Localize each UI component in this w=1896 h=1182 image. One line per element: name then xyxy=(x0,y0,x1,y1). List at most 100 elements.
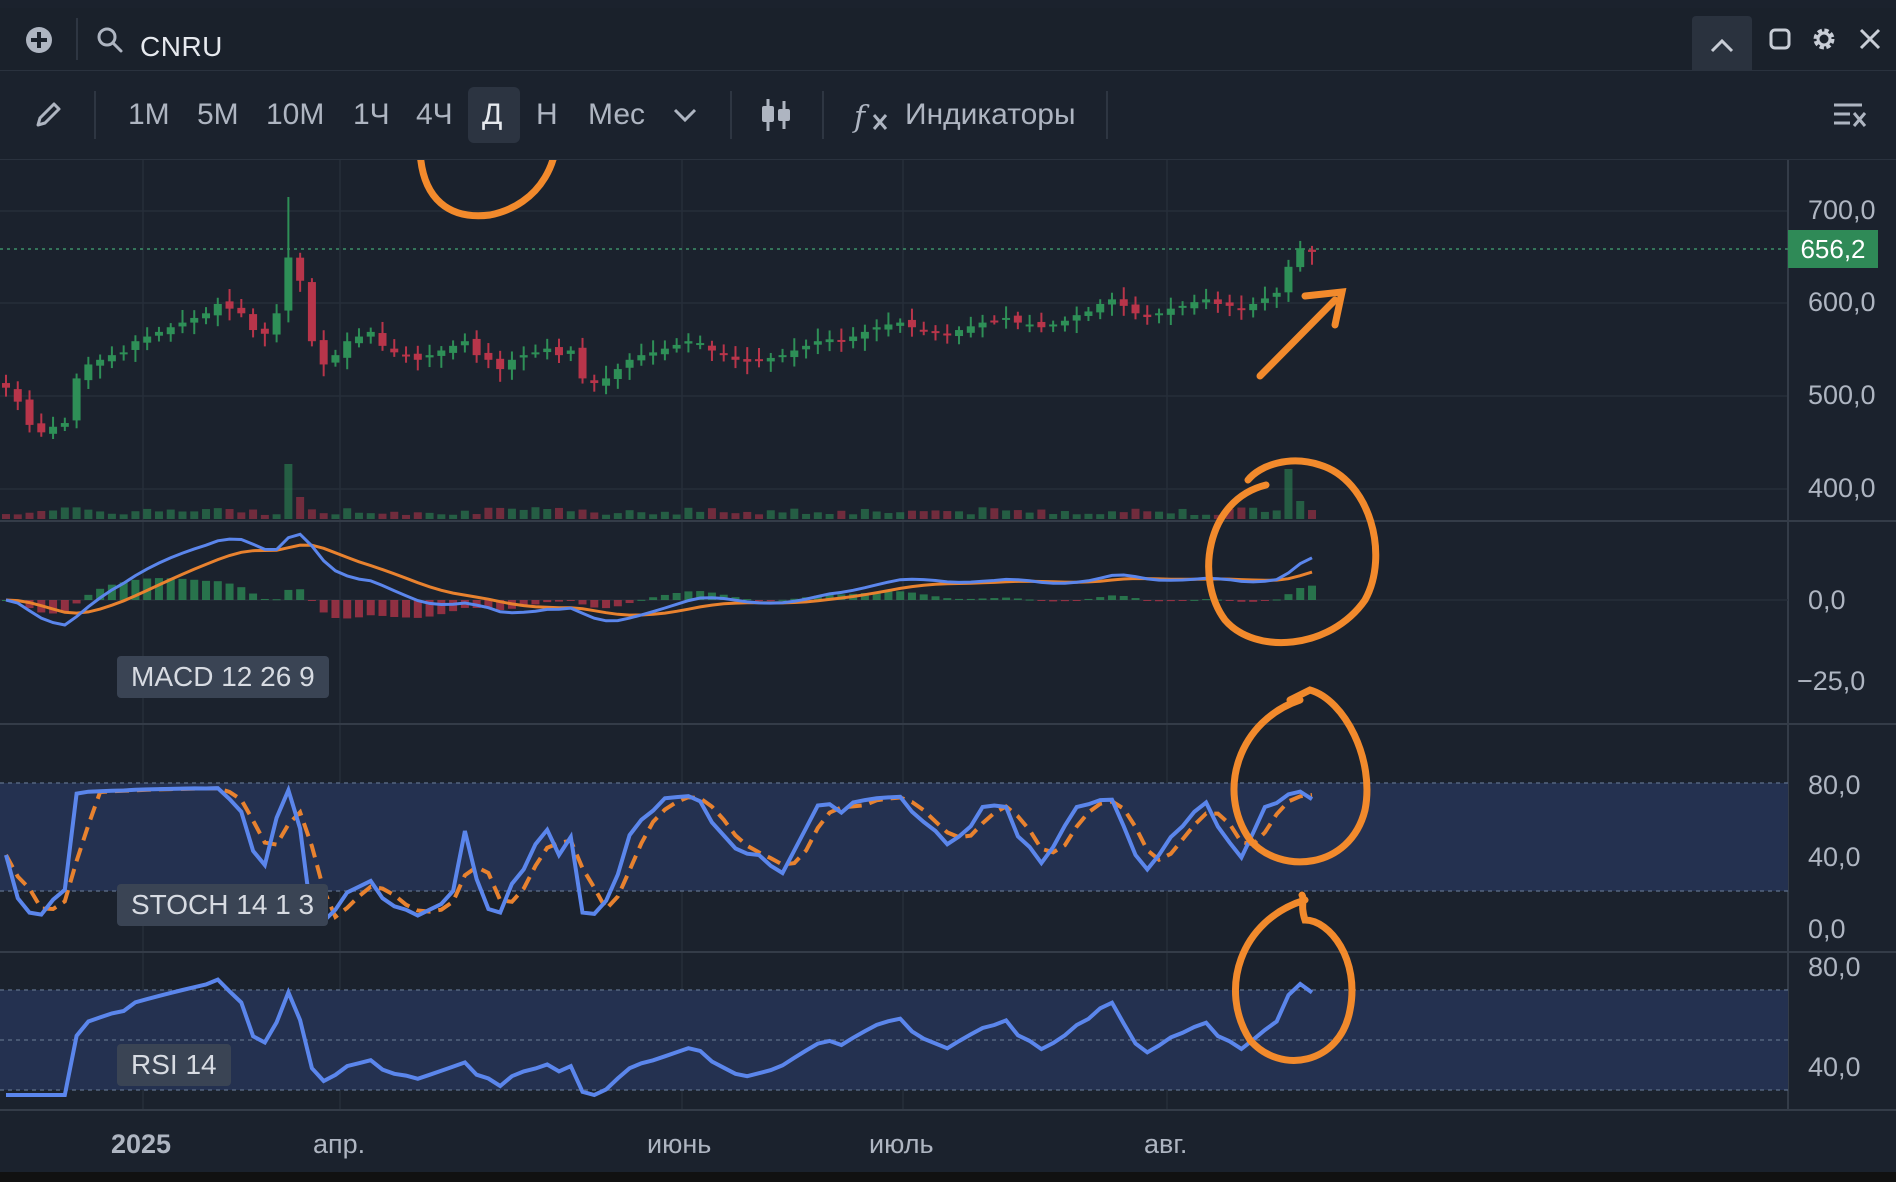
candles-icon[interactable] xyxy=(756,95,796,135)
macd-hist-bar xyxy=(72,600,81,604)
macd-hist-bar xyxy=(755,600,764,601)
stoch-tick: 80,0 xyxy=(1808,770,1861,800)
volume-bar xyxy=(13,514,22,519)
volume-bar xyxy=(778,512,787,519)
divider xyxy=(730,91,732,139)
macd-hist-bar xyxy=(543,600,552,603)
candle-body xyxy=(272,313,281,335)
volume-bar xyxy=(84,509,93,519)
volume-bar xyxy=(1107,511,1116,519)
candle-body xyxy=(307,282,316,342)
plus-circle-icon[interactable] xyxy=(24,25,54,55)
macd-hist-bar xyxy=(319,600,328,613)
macd-hist-bar xyxy=(1096,597,1105,600)
candle-body xyxy=(413,353,422,360)
indicators-button[interactable]: Индикаторы xyxy=(905,71,1076,159)
candle-body xyxy=(296,257,305,281)
macd-hist-bar xyxy=(331,600,340,618)
volume-bar xyxy=(755,514,764,519)
macd-hist-bar xyxy=(1225,600,1234,601)
volume-bar xyxy=(1308,510,1316,519)
stoch-pane-label[interactable]: STOCH 14 1 3 xyxy=(117,884,329,926)
stoch-tick: 40,0 xyxy=(1808,842,1861,872)
candle-body xyxy=(707,345,716,351)
candle-body xyxy=(1119,299,1128,306)
ticker-search-input[interactable]: CNRU xyxy=(140,16,223,78)
divider xyxy=(76,18,78,60)
volume-bar xyxy=(296,497,305,519)
volume-bar xyxy=(660,511,669,519)
collapse-button[interactable] xyxy=(1692,16,1752,78)
volume-bar xyxy=(25,512,34,519)
volume-bar xyxy=(260,514,269,519)
candle-body xyxy=(837,339,846,342)
gear-icon[interactable] xyxy=(1810,25,1838,53)
date-tick: июль xyxy=(869,1129,934,1159)
square-icon[interactable] xyxy=(1768,27,1792,51)
volume-bar xyxy=(907,510,916,519)
timeframe-1h[interactable]: 1Ч xyxy=(353,71,390,159)
candle-body xyxy=(813,341,822,345)
macd-hist-bar xyxy=(1237,600,1246,602)
candle-body xyxy=(1272,292,1281,297)
volume-bar xyxy=(966,514,975,519)
fx-icon[interactable]: f xyxy=(852,97,892,135)
volume-bar xyxy=(602,514,611,519)
timeframe-4h[interactable]: 4Ч xyxy=(416,71,453,159)
volume-bar xyxy=(1166,513,1175,519)
timeframe-1m[interactable]: 1М xyxy=(128,71,170,159)
chevron-down-icon[interactable] xyxy=(672,105,698,125)
timeframe-5m[interactable]: 5М xyxy=(197,71,239,159)
macd-hist-bar xyxy=(1119,595,1128,600)
candle-body xyxy=(390,348,399,353)
timeframe-week[interactable]: Н xyxy=(536,71,558,159)
candle-body xyxy=(1190,302,1199,309)
candle-body xyxy=(1131,304,1140,314)
macd-hist-bar xyxy=(778,599,787,601)
macd-hist-bar xyxy=(1308,585,1316,600)
macd-hist-bar xyxy=(1013,598,1022,600)
rsi-tick: 80,0 xyxy=(1808,952,1861,982)
macd-hist-bar xyxy=(602,600,611,609)
macd-hist-bar xyxy=(1190,599,1199,601)
timeframe-month[interactable]: Мес xyxy=(588,71,645,159)
macd-hist-bar xyxy=(660,594,669,600)
volume-bar xyxy=(496,507,505,519)
candle-body xyxy=(872,327,881,330)
macd-hist-bar xyxy=(1284,594,1293,600)
macd-hist-bar xyxy=(437,600,446,615)
volume-bar xyxy=(625,510,634,519)
pencil-icon[interactable] xyxy=(32,99,64,131)
macd-hist-bar xyxy=(625,600,634,604)
macd-hist-bar xyxy=(402,600,411,618)
volume-bar xyxy=(37,511,46,519)
macd-pane-label[interactable]: MACD 12 26 9 xyxy=(117,656,329,698)
volume-bar xyxy=(766,510,775,519)
price-gridlines xyxy=(0,210,1788,490)
volume-bar xyxy=(1260,511,1269,519)
candle-body xyxy=(284,257,293,311)
title-bar: CNRU xyxy=(0,8,1896,78)
volume-bar xyxy=(919,511,928,519)
rsi-pane-label[interactable]: RSI 14 xyxy=(117,1044,231,1086)
timeframe-day[interactable]: Д xyxy=(482,71,502,159)
timeframe-10m[interactable]: 10М xyxy=(266,71,324,159)
close-icon[interactable] xyxy=(1858,27,1882,51)
volume-bar xyxy=(72,507,81,519)
clear-list-icon[interactable] xyxy=(1832,99,1868,131)
volume-bar xyxy=(154,511,163,519)
volume-bar xyxy=(354,512,363,519)
volume-bar xyxy=(1202,514,1211,519)
macd-hist-bar xyxy=(955,598,964,600)
macd-hist-bar xyxy=(554,600,563,602)
search-icon[interactable] xyxy=(96,26,124,54)
volume-bar xyxy=(672,514,681,519)
candle-body xyxy=(1107,299,1116,305)
price-tick: 500,0 xyxy=(1808,380,1876,410)
rsi-tick: 40,0 xyxy=(1808,1052,1861,1082)
macd-hist-bar xyxy=(1155,600,1164,602)
macd-hist-bar xyxy=(178,578,187,600)
candle-body xyxy=(625,359,634,368)
candle-body xyxy=(943,333,952,336)
divider xyxy=(1106,91,1108,139)
